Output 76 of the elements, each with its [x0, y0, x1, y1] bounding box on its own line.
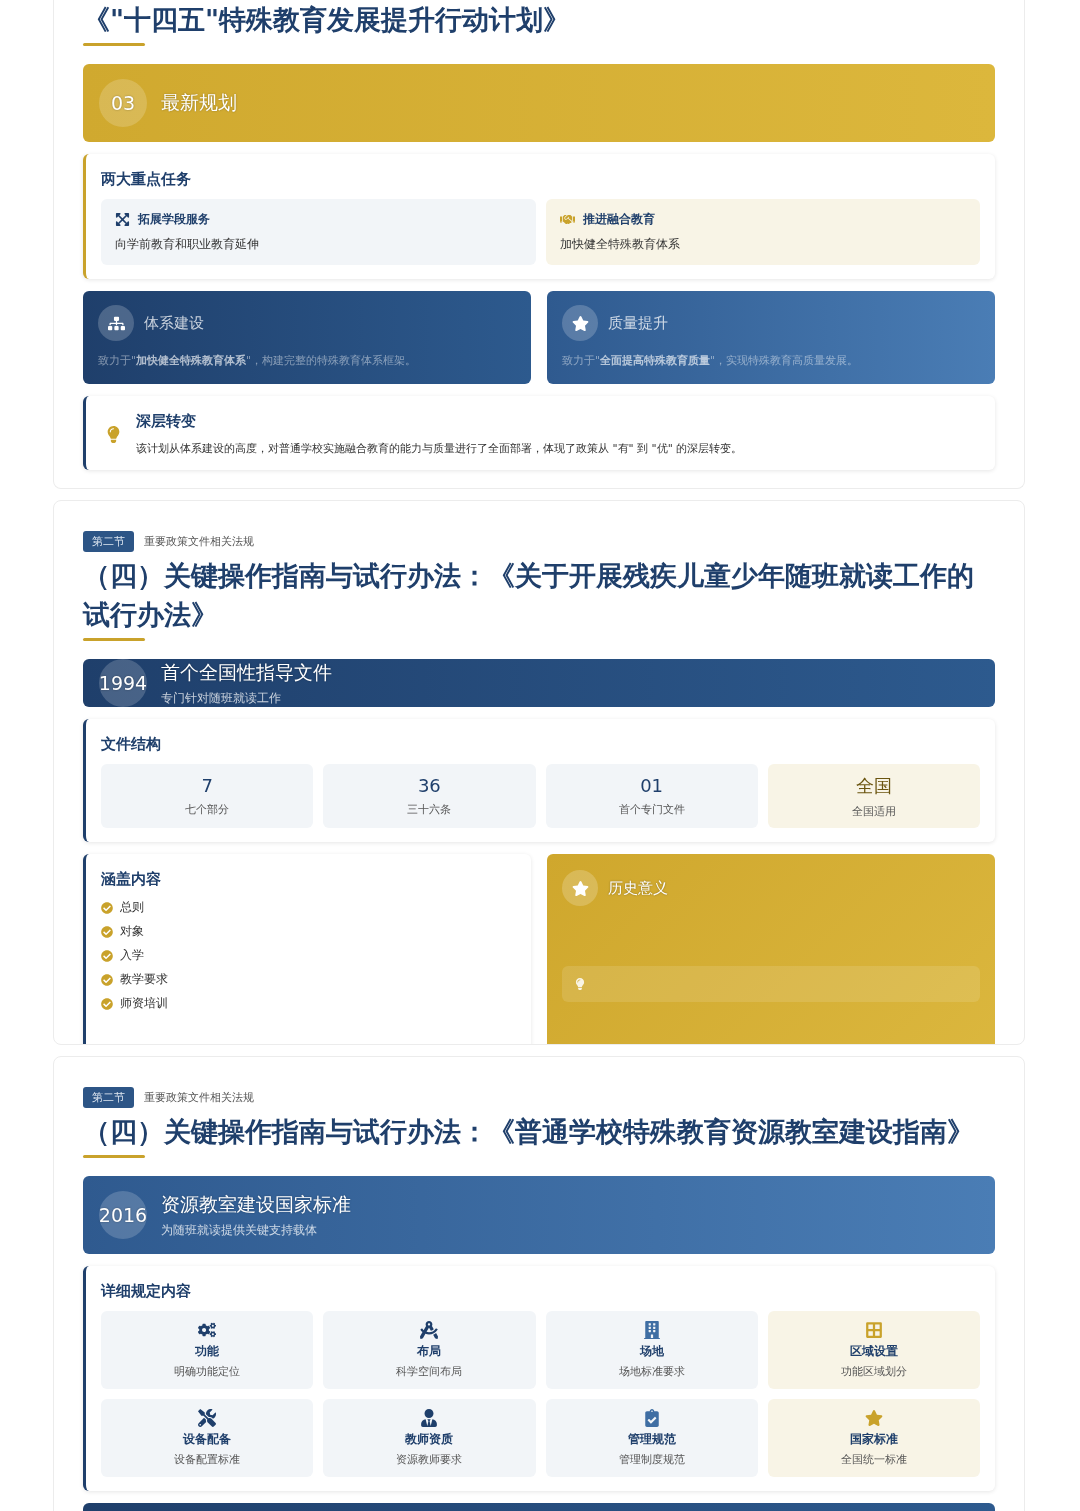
goal-title: 质量提升	[608, 313, 668, 333]
rule-text: 场地标准要求	[618, 1364, 685, 1380]
check-icon	[101, 973, 113, 986]
feature-title: 历史意义	[608, 878, 668, 898]
goal-title: 体系建设	[144, 313, 204, 333]
rule-text: 科学空间布局	[396, 1364, 463, 1380]
check-icon	[101, 949, 113, 962]
task-title: 推进融合教育	[582, 211, 655, 229]
rule-title: 国家标准	[849, 1431, 898, 1449]
goal-text: 致力于"全面提高特殊教育质量"，实现特殊教育高质量发展。	[562, 353, 860, 369]
hierarchy-icon	[98, 305, 134, 342]
stat-value: 01	[640, 775, 664, 797]
banner-title: 首个全国性指导文件	[161, 659, 332, 685]
banner-title: 资源教室建设国家标准	[161, 1191, 351, 1217]
card-title: 两大重点任务	[101, 170, 192, 190]
note-text: 该计划从体系建设的高度，对普通学校实施融合教育的能力与质量进行了全面部署，体现了政策从 "有" 到 "优" 的深层转变。	[136, 441, 743, 457]
rule-title: 设备配备	[183, 1431, 232, 1449]
tools-icon	[198, 1409, 217, 1428]
year-circle: 2016	[99, 1191, 147, 1240]
section-badge: 第二节	[83, 531, 134, 553]
section-title: （四）关键操作指南与试行办法：《关于开展残疾儿童少年随班就读工作的试行办法》	[83, 559, 975, 633]
card-title: 涵盖内容	[101, 870, 162, 890]
person-icon	[420, 1409, 439, 1428]
section-caption: 重要政策文件相关法规	[144, 534, 254, 550]
rule-title: 区域设置	[849, 1343, 898, 1361]
goal-text: 致力于"加快健全特殊教育体系"，构建完整的特殊教育体系框架。	[98, 353, 418, 369]
rule-title: 管理规范	[627, 1431, 676, 1449]
check-icon	[101, 901, 113, 914]
clipboard-check-icon	[642, 1409, 661, 1428]
rule-text: 明确功能定位	[174, 1364, 241, 1380]
rule-text: 全国统一标准	[840, 1452, 907, 1468]
list-item: 对象	[120, 923, 144, 941]
rule-text: 设备配置标准	[174, 1452, 241, 1468]
section-title: 《"十四五"特殊教育发展提升行动计划》	[83, 3, 572, 37]
note-title: 深层转变	[136, 412, 197, 432]
list-item: 入学	[120, 947, 144, 965]
section-caption: 重要政策文件相关法规	[144, 1090, 254, 1106]
check-icon	[101, 925, 113, 938]
stat-value: 36	[417, 775, 441, 797]
banner-subtitle: 专门针对随班就读工作	[161, 689, 282, 707]
list-item: 师资培训	[120, 995, 168, 1013]
rule-text: 管理制度规范	[618, 1452, 685, 1468]
card-title: 详细规定内容	[101, 1282, 192, 1302]
rule-title: 功能	[195, 1343, 220, 1361]
banner-subtitle: 为随班就读提供关键支持载体	[161, 1221, 318, 1239]
rule-title: 布局	[417, 1343, 442, 1361]
gears-icon	[198, 1321, 217, 1340]
stat-label: 三十六条	[407, 802, 452, 818]
drafting-compass-icon	[420, 1321, 439, 1340]
lightbulb-icon	[105, 425, 122, 443]
building-icon	[642, 1321, 661, 1340]
year-circle: 1994	[99, 659, 147, 708]
stat-label: 首个专门文件	[618, 802, 685, 818]
rule-text: 功能区域划分	[840, 1364, 907, 1380]
expand-arrows-icon	[115, 212, 130, 228]
stat-label: 七个部分	[185, 802, 230, 818]
star-icon	[864, 1409, 883, 1428]
stat-value: 全国	[855, 773, 892, 798]
lightbulb-icon	[574, 978, 586, 991]
year-circle: 03	[99, 79, 147, 128]
rule-title: 场地	[639, 1343, 664, 1361]
stat-label: 全国适用	[851, 803, 896, 819]
task-text: 向学前教育和职业教育延伸	[115, 236, 260, 254]
stat-value: 7	[201, 775, 213, 797]
task-title: 拓展学段服务	[138, 211, 210, 229]
rule-text: 资源教师要求	[396, 1452, 463, 1468]
grid-icon	[864, 1321, 883, 1340]
banner-title: 最新规划	[161, 90, 237, 116]
section-title: （四）关键操作指南与试行办法：《普通学校特殊教育资源教室建设指南》	[83, 1115, 975, 1150]
card-title: 文件结构	[101, 735, 162, 755]
task-text: 加快健全特殊教育体系	[559, 236, 681, 254]
list-item: 教学要求	[120, 971, 168, 989]
list-item: 总则	[120, 899, 144, 917]
check-icon	[101, 997, 113, 1010]
rule-title: 教师资质	[405, 1431, 454, 1449]
section-badge: 第二节	[83, 1087, 134, 1109]
